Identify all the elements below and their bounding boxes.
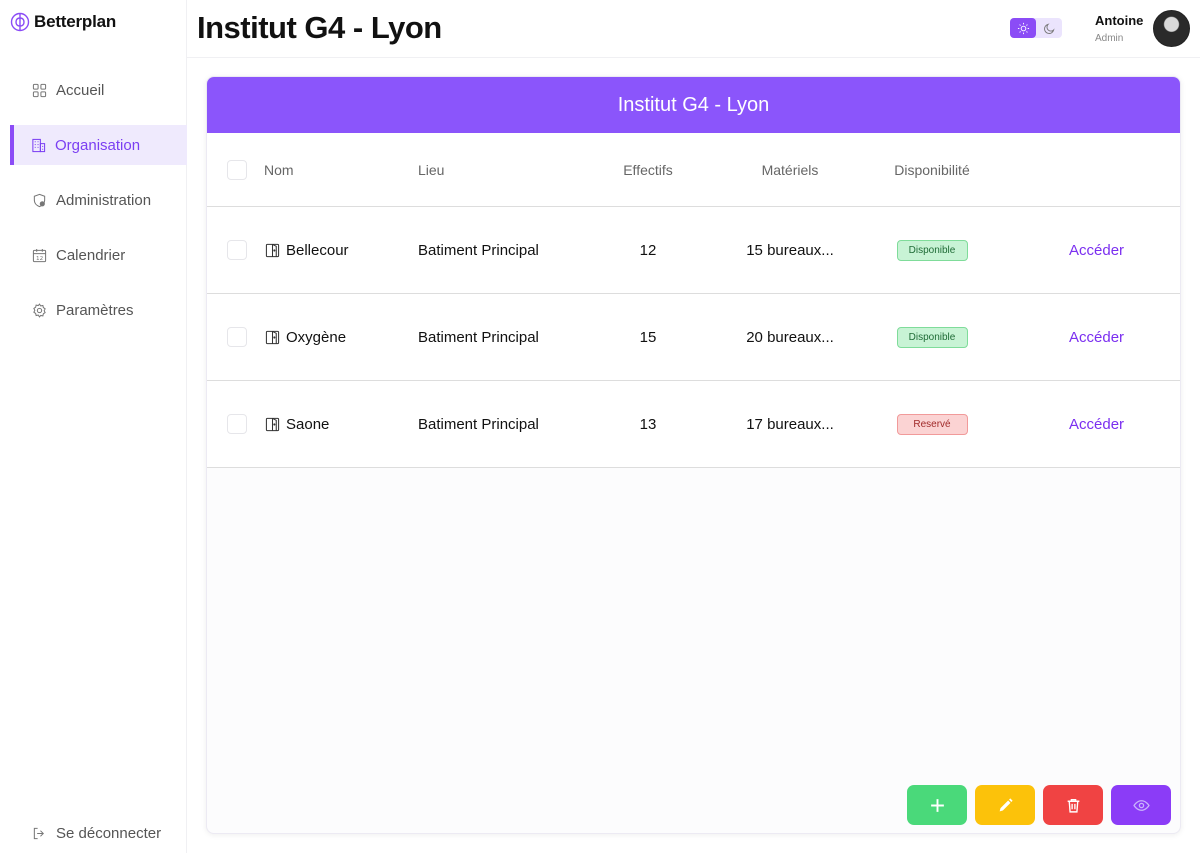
status-cell: Disponible xyxy=(871,294,993,380)
room-name-cell: Bellecour xyxy=(265,207,349,293)
room-name: Bellecour xyxy=(286,241,349,259)
row-checkbox[interactable] xyxy=(227,240,247,260)
card-title: Institut G4 - Lyon xyxy=(207,77,1180,133)
svg-text:12: 12 xyxy=(36,256,43,262)
user-name: Antoine xyxy=(1095,13,1144,28)
sidebar-item-calendrier[interactable]: 12 Calendrier xyxy=(10,235,187,275)
shield-icon xyxy=(33,193,46,207)
sidebar-item-label: Paramètres xyxy=(56,301,134,319)
table-header: Nom Lieu Effectifs Matériels Disponibili… xyxy=(207,133,1180,207)
sidebar-item-label: Calendrier xyxy=(56,246,126,264)
table-row[interactable]: Saone Batiment Principal 13 17 bureaux..… xyxy=(207,381,1180,468)
sidebar-item-label: Organisation xyxy=(55,136,141,154)
moon-icon xyxy=(1043,22,1055,34)
brand[interactable]: Betterplan xyxy=(10,12,116,32)
door-icon xyxy=(265,417,280,431)
access-link[interactable]: Accéder xyxy=(1069,416,1124,433)
add-button[interactable] xyxy=(907,785,967,825)
trash-icon xyxy=(1067,798,1079,813)
logout-icon xyxy=(33,827,44,839)
eye-icon xyxy=(1132,799,1150,811)
column-header-materiels: Matériels xyxy=(761,161,819,178)
status-badge: Disponible xyxy=(896,239,968,261)
access-cell: Accéder xyxy=(1069,381,1124,467)
sidebar-item-label: Accueil xyxy=(56,81,105,99)
dark-mode-button[interactable] xyxy=(1036,18,1062,38)
room-name-cell: Oxygène xyxy=(265,294,346,380)
sidebar-item-accueil[interactable]: Accueil xyxy=(10,70,187,110)
door-icon xyxy=(265,330,280,344)
door-icon xyxy=(265,243,280,257)
room-equipment: 15 bureaux... xyxy=(746,241,834,259)
rooms-card: Institut G4 - Lyon Nom Lieu Effectifs Ma… xyxy=(206,76,1181,834)
status-badge: Disponible xyxy=(896,326,968,348)
edit-button[interactable] xyxy=(975,785,1035,825)
brand-logo-icon xyxy=(10,12,30,32)
table-row[interactable]: Bellecour Batiment Principal 12 15 burea… xyxy=(207,207,1180,294)
delete-button[interactable] xyxy=(1043,785,1103,825)
header-divider xyxy=(187,57,1200,58)
avatar[interactable] xyxy=(1153,10,1190,47)
column-header-effectifs: Effectifs xyxy=(623,161,673,178)
sidebar-item-parametres[interactable]: Paramètres xyxy=(10,290,187,330)
plus-icon xyxy=(930,798,944,812)
building-icon xyxy=(32,138,46,152)
column-header-nom: Nom xyxy=(264,161,294,178)
access-link[interactable]: Accéder xyxy=(1069,242,1124,259)
column-header-disponibilite: Disponibilité xyxy=(894,161,970,178)
room-staff: 13 xyxy=(639,415,657,433)
logout-label: Se déconnecter xyxy=(56,824,162,842)
pencil-icon xyxy=(999,797,1013,811)
table-row[interactable]: Oxygène Batiment Principal 15 20 bureaux… xyxy=(207,294,1180,381)
access-cell: Accéder xyxy=(1069,207,1124,293)
status-cell: Disponible xyxy=(871,207,993,293)
room-name-cell: Saone xyxy=(265,381,329,467)
logout-button[interactable]: Se déconnecter xyxy=(10,813,161,853)
sidebar-item-organisation[interactable]: Organisation xyxy=(10,125,187,165)
row-checkbox[interactable] xyxy=(227,327,247,347)
room-staff: 12 xyxy=(639,241,657,259)
light-mode-button[interactable] xyxy=(1010,18,1036,38)
column-header-lieu: Lieu xyxy=(418,161,445,178)
sidebar-item-administration[interactable]: Administration xyxy=(10,180,187,220)
select-all-checkbox[interactable] xyxy=(227,159,247,180)
status-badge: Reservé xyxy=(896,413,968,435)
grid-icon xyxy=(32,83,47,97)
access-link[interactable]: Accéder xyxy=(1069,329,1124,346)
user-role: Admin xyxy=(1095,33,1124,44)
brand-name: Betterplan xyxy=(34,12,117,31)
room-staff: 15 xyxy=(639,328,657,346)
room-equipment: 20 bureaux... xyxy=(746,328,834,346)
sidebar: Betterplan Accueil Organisation Administ… xyxy=(0,0,187,853)
room-place: Batiment Principal xyxy=(418,241,539,259)
room-name: Oxygène xyxy=(286,328,347,346)
row-checkbox[interactable] xyxy=(227,414,247,434)
room-place: Batiment Principal xyxy=(418,415,539,433)
calendar-icon: 12 xyxy=(32,248,47,262)
gear-icon xyxy=(33,302,46,318)
theme-toggle[interactable] xyxy=(1010,18,1062,38)
room-equipment: 17 bureaux... xyxy=(746,415,834,433)
room-name: Saone xyxy=(286,415,330,433)
page-title: Institut G4 - Lyon xyxy=(197,10,442,45)
room-place: Batiment Principal xyxy=(418,328,539,346)
access-cell: Accéder xyxy=(1069,294,1124,380)
status-cell: Reservé xyxy=(871,381,993,467)
sidebar-item-label: Administration xyxy=(56,191,152,209)
sun-icon xyxy=(1017,22,1029,34)
view-button[interactable] xyxy=(1111,785,1171,825)
